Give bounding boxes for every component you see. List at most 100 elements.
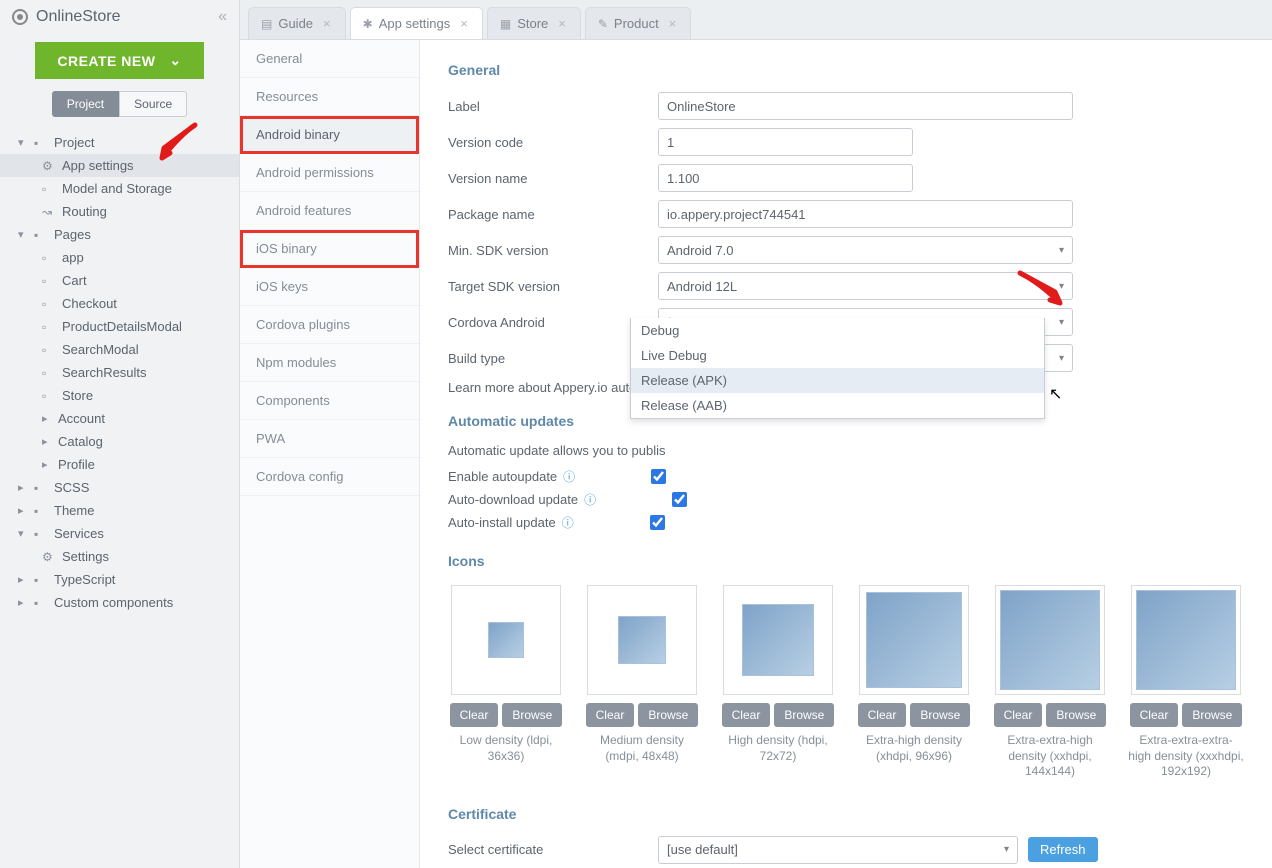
tree-page-catalog[interactable]: ▸Catalog	[0, 430, 239, 453]
tree-services-settings[interactable]: ⚙Settings	[0, 545, 239, 568]
caret-down-icon: ▾	[18, 527, 28, 540]
browse-button[interactable]: Browse	[1046, 703, 1106, 727]
tree-custom-components[interactable]: ▸▪Custom components	[0, 591, 239, 614]
tree-page-account[interactable]: ▸Account	[0, 407, 239, 430]
close-icon[interactable]: ×	[669, 16, 677, 31]
cordova-android-label: Cordova Android	[448, 315, 658, 330]
chevron-down-icon: ▾	[1059, 245, 1064, 256]
option-release-apk[interactable]: Release (APK)	[631, 368, 1044, 393]
nav-npm-modules[interactable]: Npm modules	[240, 344, 419, 382]
min-sdk-select[interactable]: Android 7.0▾	[658, 236, 1073, 264]
create-new-button[interactable]: CREATE NEW ⌄	[35, 42, 203, 79]
icon-preview[interactable]	[587, 585, 697, 695]
folder-icon: ▪	[34, 596, 48, 610]
tree-project[interactable]: ▾ ▪ Project	[0, 131, 239, 154]
auto-install-checkbox[interactable]	[650, 515, 665, 530]
nav-general[interactable]: General	[240, 40, 419, 78]
tab-guide[interactable]: ▤Guide×	[248, 7, 346, 39]
icon-preview[interactable]	[1131, 585, 1241, 695]
option-live-debug[interactable]: Live Debug	[631, 343, 1044, 368]
nav-ios-keys[interactable]: iOS keys	[240, 268, 419, 306]
folder-icon: ▪	[34, 136, 48, 150]
browse-button[interactable]: Browse	[1182, 703, 1242, 727]
clear-button[interactable]: Clear	[994, 703, 1043, 727]
close-icon[interactable]: ×	[558, 16, 566, 31]
page-icon: ▫	[42, 297, 56, 311]
clear-button[interactable]: Clear	[450, 703, 499, 727]
target-sdk-select[interactable]: Android 12L▾	[658, 272, 1073, 300]
nav-cordova-plugins[interactable]: Cordova plugins	[240, 306, 419, 344]
min-sdk-label: Min. SDK version	[448, 243, 658, 258]
close-icon[interactable]: ×	[323, 16, 331, 31]
tab-store[interactable]: ▦Store×	[487, 7, 581, 39]
folder-icon: ▪	[34, 504, 48, 518]
package-name-input[interactable]	[658, 200, 1073, 228]
clear-button[interactable]: Clear	[722, 703, 771, 727]
tree-page-cart[interactable]: ▫Cart	[0, 269, 239, 292]
tree-page-profile[interactable]: ▸Profile	[0, 453, 239, 476]
select-certificate[interactable]: [use default]▾	[658, 836, 1018, 864]
browse-button[interactable]: Browse	[910, 703, 970, 727]
auto-download-checkbox[interactable]	[672, 492, 687, 507]
tree-typescript[interactable]: ▸▪TypeScript	[0, 568, 239, 591]
tree-theme[interactable]: ▸▪Theme	[0, 499, 239, 522]
nav-components[interactable]: Components	[240, 382, 419, 420]
heading-certificate: Certificate	[448, 806, 1244, 822]
auto-download-label: Auto-download update	[448, 492, 578, 507]
folder-icon: ▪	[34, 228, 48, 242]
help-icon[interactable]: ⓘ	[562, 514, 574, 531]
nav-resources[interactable]: Resources	[240, 78, 419, 116]
icon-preview[interactable]	[995, 585, 1105, 695]
label-input[interactable]	[658, 92, 1073, 120]
nav-android-permissions[interactable]: Android permissions	[240, 154, 419, 192]
clear-button[interactable]: Clear	[1130, 703, 1179, 727]
caret-right-icon: ▸	[42, 458, 52, 471]
nav-android-features[interactable]: Android features	[240, 192, 419, 230]
tree-model-storage[interactable]: ▫ Model and Storage	[0, 177, 239, 200]
folder-icon: ▪	[34, 527, 48, 541]
tab-product[interactable]: ✎Product×	[585, 7, 691, 39]
collapse-sidebar-icon[interactable]: «	[218, 8, 227, 26]
version-name-input[interactable]	[658, 164, 913, 192]
project-source-toggle: Project Source	[0, 91, 239, 127]
tree-page-searchmodal[interactable]: ▫SearchModal	[0, 338, 239, 361]
tree-page-app[interactable]: ▫app	[0, 246, 239, 269]
icon-cell-xxxhdpi: ClearBrowse Extra-extra-extra-high densi…	[1128, 585, 1244, 780]
tree-page-store[interactable]: ▫Store	[0, 384, 239, 407]
tab-app-settings[interactable]: ✱App settings×	[350, 7, 483, 39]
tree-page-searchresults[interactable]: ▫SearchResults	[0, 361, 239, 384]
tree-app-settings[interactable]: ⚙ App settings	[0, 154, 239, 177]
toggle-project[interactable]: Project	[52, 91, 119, 117]
enable-autoupdate-checkbox[interactable]	[651, 469, 666, 484]
icon-preview[interactable]	[451, 585, 561, 695]
tree-pages[interactable]: ▾ ▪ Pages	[0, 223, 239, 246]
nav-ios-binary[interactable]: iOS binary	[240, 230, 419, 268]
browse-button[interactable]: Browse	[774, 703, 834, 727]
caret-right-icon: ▸	[18, 573, 28, 586]
help-icon[interactable]: ⓘ	[584, 491, 596, 508]
tree-routing[interactable]: ↝ Routing	[0, 200, 239, 223]
version-code-input[interactable]	[658, 128, 913, 156]
nav-android-binary[interactable]: Android binary	[240, 116, 419, 154]
tree-page-productdetailsmodal[interactable]: ▫ProductDetailsModal	[0, 315, 239, 338]
clear-button[interactable]: Clear	[858, 703, 907, 727]
icon-preview[interactable]	[859, 585, 969, 695]
option-debug[interactable]: Debug	[631, 318, 1044, 343]
nav-cordova-config[interactable]: Cordova config	[240, 458, 419, 496]
folder-icon: ▪	[34, 481, 48, 495]
build-type-label: Build type	[448, 351, 658, 366]
refresh-button[interactable]: Refresh	[1028, 837, 1098, 862]
close-icon[interactable]: ×	[460, 16, 468, 31]
clear-button[interactable]: Clear	[586, 703, 635, 727]
icon-preview[interactable]	[723, 585, 833, 695]
toggle-source[interactable]: Source	[119, 91, 187, 117]
tree-scss[interactable]: ▸▪SCSS	[0, 476, 239, 499]
browse-button[interactable]: Browse	[638, 703, 698, 727]
sidebar-header: OnlineStore «	[0, 0, 239, 34]
option-release-aab[interactable]: Release (AAB)	[631, 393, 1044, 418]
tree-page-checkout[interactable]: ▫Checkout	[0, 292, 239, 315]
tree-services[interactable]: ▾▪Services	[0, 522, 239, 545]
help-icon[interactable]: ⓘ	[563, 468, 575, 485]
browse-button[interactable]: Browse	[502, 703, 562, 727]
nav-pwa[interactable]: PWA	[240, 420, 419, 458]
